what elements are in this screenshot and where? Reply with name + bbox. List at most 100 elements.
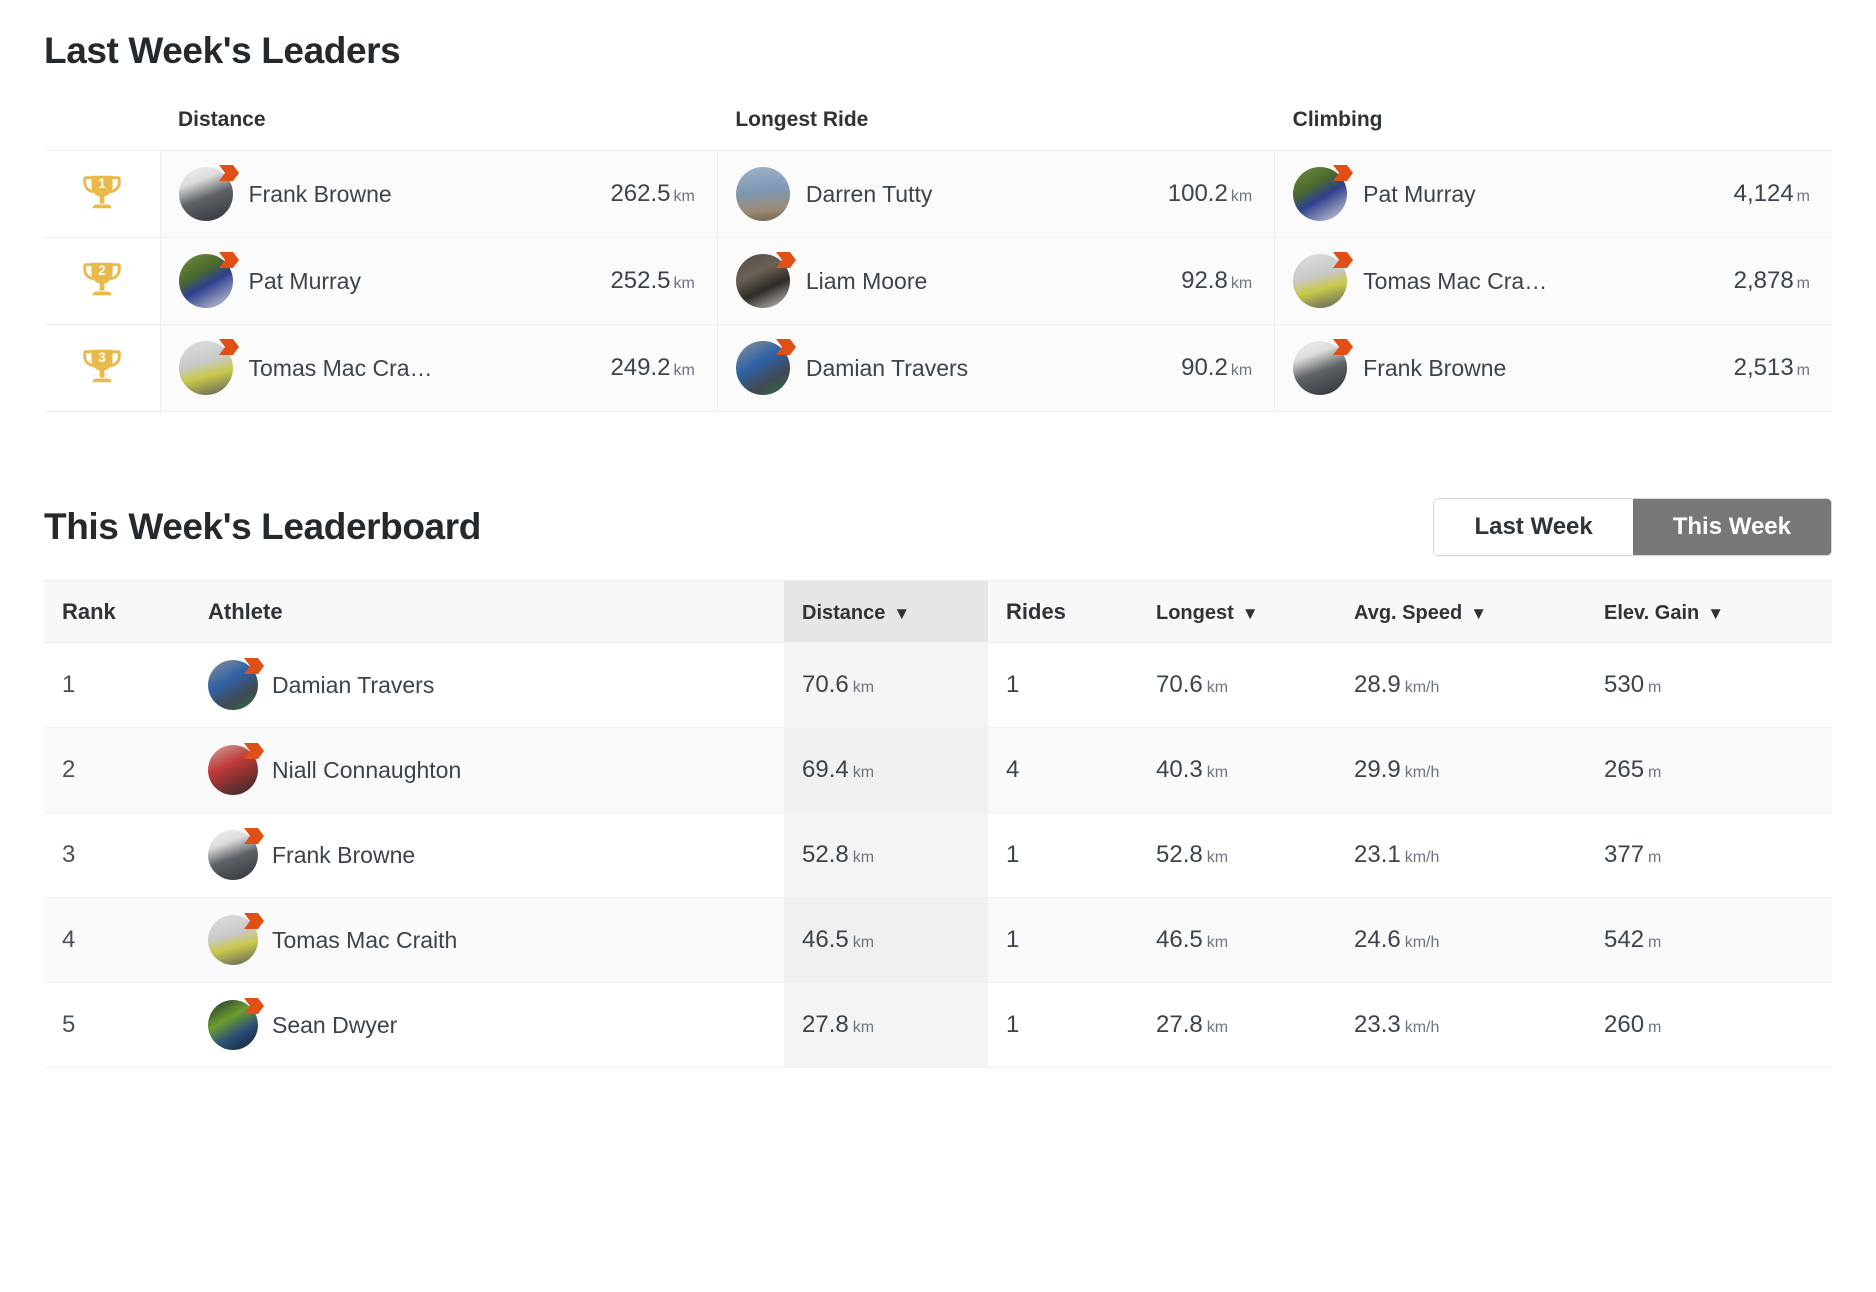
column-header-distance-label: Distance bbox=[802, 601, 886, 624]
row-athlete[interactable]: Damian Travers bbox=[190, 642, 784, 728]
table-row: 4 Tomas Mac Craith 46.5 km 1 46.5 km 24.6 k… bbox=[44, 897, 1832, 983]
row-elev-gain: 265 m bbox=[1586, 727, 1832, 813]
athlete-name: Niall Connaughton bbox=[272, 756, 462, 783]
athlete-cell[interactable]: Pat Murray bbox=[178, 252, 530, 308]
stat-unit: km bbox=[1230, 188, 1253, 205]
athlete-cell[interactable]: Damian Travers bbox=[735, 339, 1087, 395]
row-distance: 27.8 km bbox=[784, 982, 988, 1068]
column-header-avg-speed[interactable]: Avg. Speed ▼ bbox=[1336, 580, 1586, 643]
athlete-name: Pat Murray bbox=[248, 267, 361, 294]
leaders-column-header-climbing: Climbing bbox=[1292, 108, 1383, 131]
athlete-flag-badge-icon bbox=[241, 911, 267, 937]
leaders-climbing-athlete-cell[interactable]: Tomas Mac Cra… bbox=[1274, 237, 1644, 325]
row-rides: 1 bbox=[988, 642, 1138, 728]
rank-trophy-cell: 3 bbox=[44, 324, 161, 412]
avatar[interactable] bbox=[1293, 165, 1354, 221]
athlete-cell[interactable]: Tomas Mac Cra… bbox=[178, 339, 530, 395]
page-title-last-weeks-leaders: Last Week's Leaders bbox=[44, 30, 401, 71]
avatar[interactable] bbox=[1293, 252, 1354, 308]
row-distance: 52.8 km bbox=[784, 812, 988, 898]
stat-unit: km bbox=[1230, 275, 1253, 292]
athlete-name: Tomas Mac Cra… bbox=[248, 354, 433, 381]
column-header-avg-speed-label: Avg. Speed bbox=[1354, 601, 1463, 624]
athlete-flag-badge-icon bbox=[216, 163, 242, 189]
avatar[interactable] bbox=[735, 167, 790, 221]
row-elev-gain: 530 m bbox=[1586, 642, 1832, 728]
row-athlete[interactable]: Frank Browne bbox=[190, 812, 784, 898]
row-rides: 1 bbox=[988, 897, 1138, 983]
avatar[interactable] bbox=[208, 658, 264, 710]
row-longest-unit: km bbox=[1206, 1019, 1229, 1036]
avatar[interactable] bbox=[178, 165, 239, 221]
athlete-name: Frank Browne bbox=[1363, 354, 1507, 381]
last-week-button[interactable]: Last Week bbox=[1434, 499, 1633, 555]
leaders-climbing-athlete-cell[interactable]: Frank Browne bbox=[1274, 324, 1644, 412]
last-weeks-leaders-table-wrap: Distance Longest Ride Climbing 1 Frank B… bbox=[44, 108, 1832, 412]
stat-unit: km bbox=[673, 188, 695, 205]
column-header-longest[interactable]: Longest ▼ bbox=[1138, 580, 1336, 643]
athlete-cell[interactable]: Pat Murray bbox=[1293, 165, 1644, 221]
row-longest-unit: km bbox=[1206, 934, 1229, 951]
table-row: 3 Frank Browne 52.8 km 1 52.8 km 23.1 km/h … bbox=[44, 812, 1832, 898]
avatar[interactable] bbox=[735, 252, 796, 308]
athlete-cell[interactable]: Frank Browne bbox=[178, 165, 530, 221]
stat-unit: m bbox=[1796, 362, 1810, 379]
athlete-cell[interactable]: Sean Dwyer bbox=[208, 998, 784, 1050]
leaders-distance-athlete-cell[interactable]: Pat Murray bbox=[160, 237, 530, 325]
row-longest: 40.3 km bbox=[1138, 727, 1336, 813]
row-elev-gain-unit: m bbox=[1648, 934, 1662, 951]
avatar[interactable] bbox=[208, 998, 264, 1050]
row-elev-gain-unit: m bbox=[1648, 1019, 1662, 1036]
athlete-cell[interactable]: Liam Moore bbox=[735, 252, 1087, 308]
leaders-longest-athlete-cell[interactable]: Damian Travers bbox=[717, 324, 1087, 412]
leaders-climbing-athlete-cell[interactable]: Pat Murray bbox=[1274, 150, 1644, 238]
leaders-distance-athlete-cell[interactable]: Tomas Mac Cra… bbox=[160, 324, 530, 412]
row-athlete[interactable]: Niall Connaughton bbox=[190, 727, 784, 813]
leaderboard-header-row: Rank Athlete Distance ▼ Rides Longest ▼ Av… bbox=[44, 580, 1832, 643]
stat-value-cell: 90.2 km bbox=[1086, 324, 1276, 412]
column-header-elev-gain[interactable]: Elev. Gain ▼ bbox=[1586, 580, 1832, 643]
athlete-cell[interactable]: Tomas Mac Craith bbox=[208, 913, 784, 965]
athlete-name: Pat Murray bbox=[1363, 180, 1476, 207]
row-longest: 46.5 km bbox=[1138, 897, 1336, 983]
avatar[interactable] bbox=[1293, 339, 1354, 395]
leaders-column-header-distance: Distance bbox=[178, 108, 266, 131]
avatar[interactable] bbox=[208, 743, 264, 795]
stat-unit: km bbox=[673, 362, 695, 379]
row-elev-gain-unit: m bbox=[1648, 679, 1662, 696]
leaders-distance-athlete-cell[interactable]: Frank Browne bbox=[160, 150, 530, 238]
stat-value: 2,513 bbox=[1733, 354, 1794, 381]
row-elev-gain-unit: m bbox=[1648, 764, 1662, 781]
row-rank: 4 bbox=[44, 897, 190, 983]
avatar[interactable] bbox=[208, 828, 264, 880]
row-avg-speed: 23.1 km/h bbox=[1336, 812, 1586, 898]
athlete-flag-badge-icon bbox=[216, 250, 242, 276]
stat-value: 4,124 bbox=[1733, 180, 1794, 207]
leaders-longest-athlete-cell[interactable]: Liam Moore bbox=[717, 237, 1087, 325]
table-row: 2 Niall Connaughton 69.4 km 4 40.3 km 29.9… bbox=[44, 727, 1832, 813]
leaders-longest-athlete-cell[interactable]: Darren Tutty bbox=[717, 150, 1087, 238]
athlete-cell[interactable]: Tomas Mac Cra… bbox=[1293, 252, 1644, 308]
row-longest-unit: km bbox=[1206, 764, 1229, 781]
row-longest: 27.8 km bbox=[1138, 982, 1336, 1068]
last-weeks-leaders-table: Distance Longest Ride Climbing 1 Frank B… bbox=[44, 108, 1832, 412]
avatar[interactable] bbox=[735, 339, 796, 395]
stat-value-cell: 249.2 km bbox=[529, 324, 718, 412]
athlete-cell[interactable]: Darren Tutty bbox=[735, 167, 1087, 221]
row-athlete[interactable]: Tomas Mac Craith bbox=[190, 897, 784, 983]
stat-unit: km bbox=[673, 275, 695, 292]
avatar[interactable] bbox=[208, 913, 264, 965]
athlete-cell[interactable]: Damian Travers bbox=[208, 658, 784, 710]
athlete-flag-badge-icon bbox=[1330, 337, 1356, 363]
athlete-name: Frank Browne bbox=[272, 841, 416, 868]
column-header-distance[interactable]: Distance ▼ bbox=[784, 580, 988, 643]
week-toggle-group[interactable]: Last Week This Week bbox=[1433, 498, 1832, 556]
column-header-longest-label: Longest bbox=[1156, 601, 1234, 624]
athlete-cell[interactable]: Frank Browne bbox=[208, 828, 784, 880]
avatar[interactable] bbox=[178, 339, 239, 395]
athlete-cell[interactable]: Frank Browne bbox=[1293, 339, 1644, 395]
row-athlete[interactable]: Sean Dwyer bbox=[190, 982, 784, 1068]
this-week-button[interactable]: This Week bbox=[1632, 499, 1831, 555]
avatar[interactable] bbox=[178, 252, 239, 308]
athlete-cell[interactable]: Niall Connaughton bbox=[208, 743, 784, 795]
